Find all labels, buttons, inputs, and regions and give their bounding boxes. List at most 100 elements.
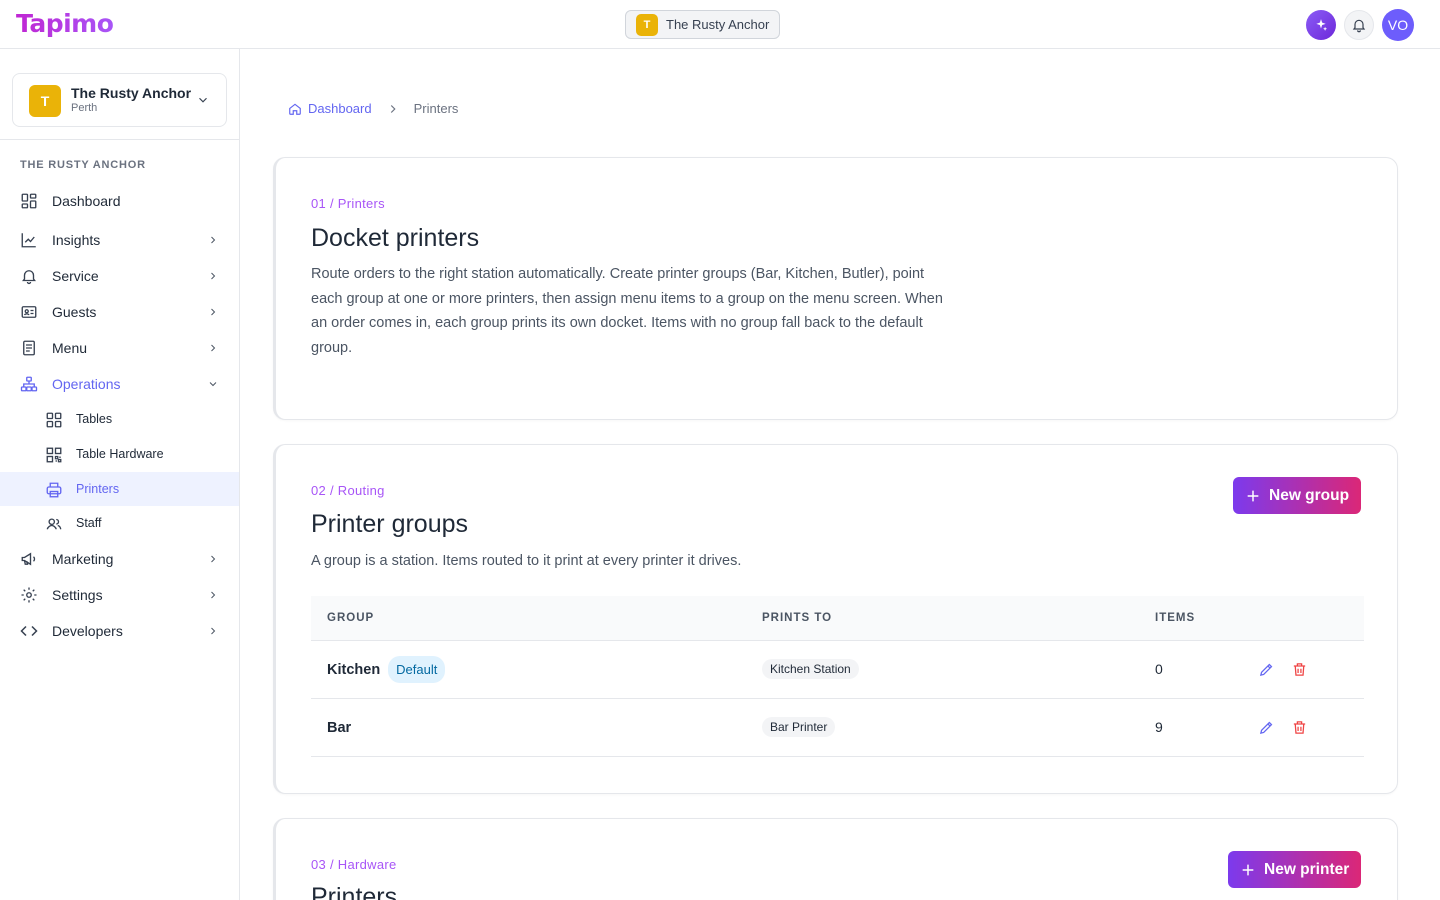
sidebar: T The Rusty Anchor Perth THE RUSTY ANCHO… [0, 49, 240, 900]
edit-pencil-icon[interactable] [1258, 719, 1275, 736]
column-header-prints-to: PRINTS TO [762, 612, 833, 624]
sidebar-item-label: Settings [52, 587, 103, 603]
section-description: Route orders to the right station automa… [311, 262, 943, 360]
chevron-right-icon [390, 104, 396, 113]
description-line: each group at one or more printers, then… [311, 290, 943, 307]
breadcrumb: Dashboard Printers [288, 101, 458, 116]
sidebar-item-developers[interactable]: Developers [0, 614, 239, 648]
sidebar-item-marketing[interactable]: Marketing [0, 542, 239, 576]
section-description: A group is a station. Items routed to it… [311, 553, 742, 569]
items-count: 0 [1155, 661, 1163, 677]
sidebar-item-label: Operations [52, 376, 121, 392]
items-count: 9 [1155, 719, 1163, 735]
top-right-actions: VO [1306, 9, 1414, 41]
sidebar-item-label: Guests [52, 304, 97, 320]
gear-icon [21, 587, 37, 603]
sidebar-item-insights[interactable]: Insights [0, 223, 239, 257]
top-bar: Tapimo T The Rusty Anchor VO [0, 0, 1440, 49]
ai-assistant-button[interactable] [1306, 10, 1336, 40]
venue-selector[interactable]: T The Rusty Anchor Perth [12, 73, 227, 127]
breadcrumb-home-link[interactable]: Dashboard [288, 101, 372, 116]
breadcrumb-current: Printers [413, 101, 459, 116]
chevron-right-icon [211, 236, 216, 244]
sidebar-subitem-label: Staff [76, 516, 102, 530]
document-icon [23, 340, 35, 356]
group-cell: Bar [327, 699, 351, 756]
trash-icon[interactable] [1291, 719, 1308, 736]
chevron-right-icon [211, 344, 216, 352]
sidebar-item-menu[interactable]: Menu [0, 331, 239, 365]
new-printer-button[interactable]: New printer [1228, 851, 1362, 888]
sidebar-item-service[interactable]: Service [0, 259, 239, 293]
sidebar-item-label: Marketing [52, 551, 114, 567]
description-line: Route orders to the right station automa… [311, 266, 925, 282]
venue-location: Perth [71, 102, 98, 114]
printer-groups-card: 02 / Routing Printer groups A group is a… [273, 444, 1398, 794]
sidebar-item-label: Insights [52, 232, 101, 248]
chevron-right-icon [211, 272, 216, 280]
sidebar-item-label: Developers [52, 623, 123, 639]
description-line: an order comes in, each group prints its… [311, 315, 923, 331]
bell-icon [22, 270, 36, 285]
sidebar-item-label: Service [52, 268, 99, 284]
chart-line-icon [21, 233, 36, 248]
sidebar-item-operations[interactable]: Operations [0, 367, 239, 401]
description-line: group. [311, 339, 353, 356]
sidebar-subitem-table-hardware[interactable]: Table Hardware [0, 437, 239, 471]
users-icon [46, 518, 62, 530]
section-title: Docket printers [311, 224, 480, 252]
grid-icon [21, 193, 37, 209]
sidebar-subitem-printers[interactable]: Printers [0, 472, 239, 506]
table-row: Bar Bar Printer 9 [311, 699, 1364, 757]
home-icon [289, 103, 301, 115]
sparkle-icon [1316, 19, 1328, 31]
docket-printers-card: 01 / Printers Docket printers Route orde… [273, 157, 1398, 420]
sidebar-subitem-label: Table Hardware [76, 447, 164, 461]
section-eyebrow: 03 / Hardware [311, 857, 397, 872]
edit-pencil-icon[interactable] [1258, 661, 1275, 678]
new-group-label: New group [1269, 486, 1350, 504]
sidebar-item-dashboard[interactable]: Dashboard [0, 184, 239, 218]
trash-icon[interactable] [1291, 661, 1308, 678]
chevron-down-icon [209, 382, 217, 387]
table-row: Kitchen Default Kitchen Station 0 [311, 641, 1364, 699]
sidebar-item-guests[interactable]: Guests [0, 295, 239, 329]
sidebar-section-label: THE RUSTY ANCHOR [20, 159, 146, 171]
qr-code-icon [46, 447, 62, 463]
chevron-right-icon [211, 555, 216, 563]
app-logo[interactable]: Tapimo [16, 9, 114, 38]
section-title: Printers [311, 883, 398, 900]
venue-name: The Rusty Anchor [71, 85, 192, 101]
chevron-down-icon [199, 97, 207, 103]
bell-icon [1352, 19, 1366, 33]
sidebar-item-label: Menu [52, 340, 88, 356]
group-name: Bar [327, 719, 352, 736]
id-card-icon [21, 306, 37, 318]
sidebar-item-label: Dashboard [52, 193, 121, 209]
plus-icon [1247, 490, 1259, 501]
section-title: Printer groups [311, 510, 469, 538]
new-printer-label: New printer [1264, 860, 1350, 878]
sidebar-subitem-staff[interactable]: Staff [0, 506, 239, 540]
sidebar-subitem-label: Tables [76, 412, 113, 426]
chevron-right-icon [211, 627, 216, 635]
printer-icon [46, 482, 62, 498]
sidebar-divider [0, 139, 239, 140]
sidebar-subitem-tables[interactable]: Tables [0, 402, 239, 436]
notifications-button[interactable] [1344, 10, 1374, 40]
plus-icon [1242, 864, 1254, 875]
tables-icon [46, 412, 62, 428]
user-avatar[interactable]: VO [1382, 9, 1414, 41]
code-icon [20, 625, 38, 637]
venue-switcher-pill[interactable]: T The Rusty Anchor [625, 10, 781, 39]
printer-chip: Kitchen Station [762, 659, 859, 679]
printer-chip: Bar Printer [762, 717, 836, 737]
sidebar-item-settings[interactable]: Settings [0, 578, 239, 612]
column-header-group: GROUP [327, 612, 375, 624]
sidebar-subitem-label: Printers [76, 482, 120, 496]
section-eyebrow: 02 / Routing [311, 483, 385, 498]
new-group-button[interactable]: New group [1233, 477, 1362, 514]
breadcrumb-home-label: Dashboard [308, 101, 372, 116]
table-header: GROUP PRINTS TO ITEMS [311, 596, 1364, 641]
printer-groups-table: GROUP PRINTS TO ITEMS Kitchen Default Ki… [311, 596, 1364, 757]
